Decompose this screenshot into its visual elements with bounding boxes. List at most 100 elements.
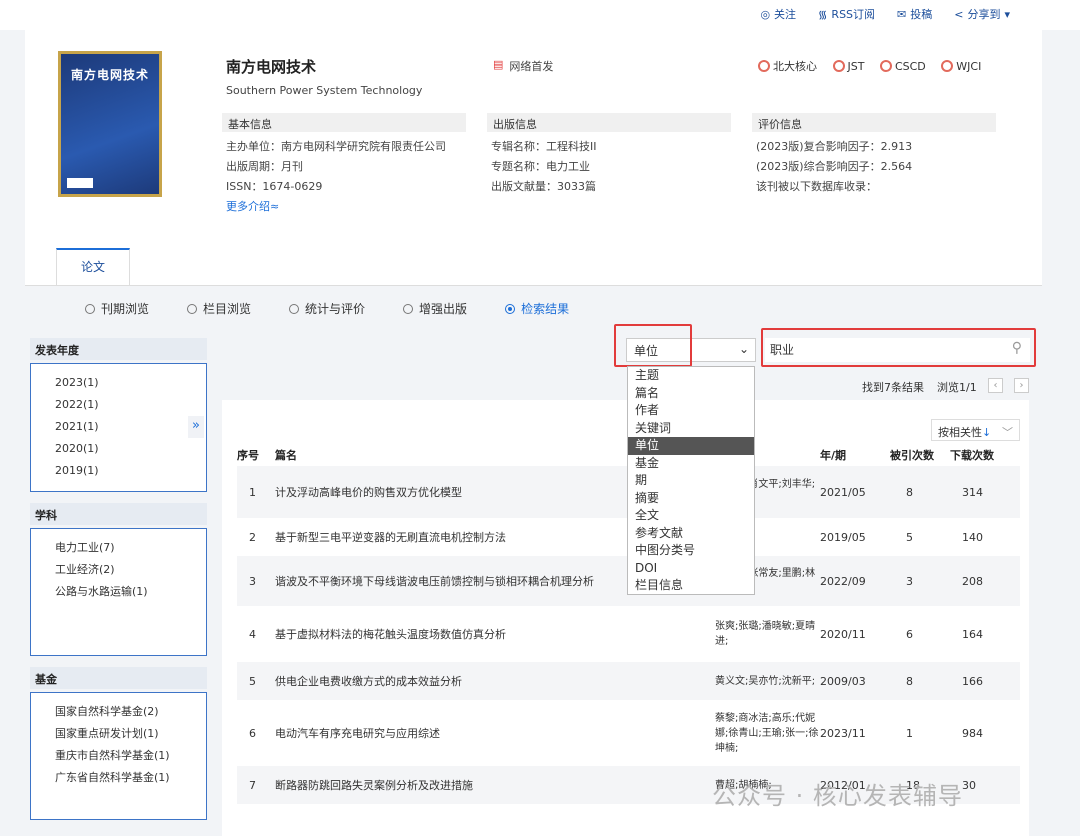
rss-link[interactable]: ᯾ RSS订阅 xyxy=(818,6,875,22)
journal-cover: 南方电网技术 xyxy=(58,51,162,197)
radio-circle-icon xyxy=(187,303,198,314)
chevron-left-icon: ‹ xyxy=(993,380,998,391)
table-row: 6 电动汽车有序充电研究与应用综述 蔡黎;商冰洁;高乐;代妮娜;徐青山;王瑜;张… xyxy=(237,700,1020,766)
year-item[interactable]: 2020(1) xyxy=(31,438,206,460)
award-icon xyxy=(879,60,892,72)
fund-item[interactable]: 广东省自然科学基金(1) xyxy=(31,767,206,789)
radio-results[interactable]: 检索结果 xyxy=(505,300,569,317)
col-cited[interactable]: 被引次数 xyxy=(890,444,950,466)
rss-icon: ᯾ xyxy=(818,7,828,21)
chevron-down-icon: ﹀ xyxy=(1002,426,1013,439)
fund-item[interactable]: 国家自然科学基金(2) xyxy=(31,701,206,723)
pub-info-head: 出版信息 xyxy=(487,113,731,132)
option-affiliation[interactable]: 单位 xyxy=(628,437,754,455)
share-link[interactable]: < 分享到 ▾ xyxy=(954,6,1010,22)
award-icon xyxy=(832,60,845,72)
option-author[interactable]: 作者 xyxy=(628,402,754,420)
award-icon xyxy=(758,60,770,72)
chevron-down-icon: ▾ xyxy=(1004,7,1010,21)
award-icon xyxy=(941,60,954,72)
paper-title-link[interactable]: 基于虚拟材料法的梅花触头温度场数值仿真分析 xyxy=(275,606,715,662)
option-fund[interactable]: 基金 xyxy=(628,455,754,473)
radio-circle-icon xyxy=(289,303,300,314)
col-year[interactable]: 年/期 xyxy=(820,444,890,466)
table-row: 5 供电企业电费收缴方式的成本效益分析 黄义文;吴亦竹;沈新平; 2009/03… xyxy=(237,662,1020,700)
fund-filter-list: 国家自然科学基金(2) 国家重点研发计划(1) 重庆市自然科学基金(1) 广东省… xyxy=(30,692,207,820)
option-clc[interactable]: 中图分类号 xyxy=(628,542,754,560)
eye-icon: ◎ xyxy=(760,7,771,21)
subject-item[interactable]: 公路与水路运输(1) xyxy=(31,581,206,603)
year-item[interactable]: 2023(1) xyxy=(31,372,206,394)
paper-title-link[interactable]: 断路器防跳回路失灵案例分析及改进措施 xyxy=(275,766,715,804)
radio-circle-icon xyxy=(85,303,95,314)
table-row: 4 基于虚拟材料法的梅花触头温度场数值仿真分析 张爽;张璐;潘晓敏;夏晴进; 2… xyxy=(237,606,1020,662)
year-item[interactable]: 2019(1) xyxy=(31,460,206,482)
authors[interactable]: 张爽;张璐;潘晓敏;夏晴进; xyxy=(715,606,820,662)
badges: 北大核心 JST CSCD WJCI xyxy=(758,58,993,75)
barcode xyxy=(67,178,93,188)
option-abstract[interactable]: 摘要 xyxy=(628,490,754,508)
sort-select[interactable]: 按相关性↓ ﹀ xyxy=(931,419,1020,441)
follow-link[interactable]: ◎ 关注 xyxy=(760,6,796,22)
divider xyxy=(25,285,1042,286)
page-indicator: 浏览1/1 xyxy=(937,381,977,394)
highlight-box-input xyxy=(761,328,1036,367)
col-no: 序号 xyxy=(237,449,259,462)
paper-title-link[interactable]: 电动汽车有序充电研究与应用综述 xyxy=(275,700,715,766)
year-filter-head: 发表年度 xyxy=(30,338,207,360)
next-page-button[interactable]: › xyxy=(1014,378,1029,393)
journal-subtitle: Southern Power System Technology xyxy=(226,84,423,97)
eval-info-head: 评价信息 xyxy=(752,113,996,132)
radio-column[interactable]: 栏目浏览 xyxy=(187,300,251,317)
radio-checked-icon xyxy=(505,303,516,314)
option-issue[interactable]: 期 xyxy=(628,472,754,490)
arrow-down-icon: ↓ xyxy=(982,426,992,439)
highlight-box-field xyxy=(614,324,692,367)
tab-papers[interactable]: 论文 xyxy=(56,248,130,285)
chevron-right-icon: › xyxy=(1019,380,1024,391)
option-keyword[interactable]: 关键词 xyxy=(628,420,754,438)
submit-link[interactable]: ✉ 投稿 xyxy=(897,6,932,22)
option-column[interactable]: 栏目信息 xyxy=(628,577,754,595)
radio-issue[interactable]: 刊期浏览 xyxy=(85,300,149,317)
authors[interactable]: 蔡黎;商冰洁;高乐;代妮娜;徐青山;王瑜;张一;徐坤楠; xyxy=(715,700,820,766)
search-field-dropdown: 主题 篇名 作者 关键词 单位 基金 期 摘要 全文 参考文献 中图分类号 DO… xyxy=(627,366,755,595)
expand-sidebar-button[interactable]: » xyxy=(188,416,204,438)
subject-filter-head: 学科 xyxy=(30,503,207,525)
radio-enhanced[interactable]: 增强出版 xyxy=(403,300,467,317)
result-count: 找到7条结果 xyxy=(862,381,924,394)
chevron-down-icon: ⌄ xyxy=(738,342,749,356)
year-item[interactable]: 2021(1) xyxy=(31,416,206,438)
subject-item[interactable]: 电力工业(7) xyxy=(31,537,206,559)
online-first[interactable]: ▤ 网络首发 xyxy=(493,58,553,74)
subject-filter-list: 电力工业(7) 工业经济(2) 公路与水路运输(1) xyxy=(30,528,207,656)
prev-page-button[interactable]: ‹ xyxy=(988,378,1003,393)
option-theme[interactable]: 主题 xyxy=(628,367,754,385)
badge-wjci: WJCI xyxy=(941,60,981,73)
more-intro-link[interactable]: 更多介绍≈ xyxy=(226,197,446,217)
year-item[interactable]: 2022(1) xyxy=(31,394,206,416)
top-bar: ◎ 关注 ᯾ RSS订阅 ✉ 投稿 < 分享到 ▾ xyxy=(0,0,1080,30)
option-fulltext[interactable]: 全文 xyxy=(628,507,754,525)
mail-icon: ✉ xyxy=(897,7,907,21)
subject-item[interactable]: 工业经济(2) xyxy=(31,559,206,581)
option-title[interactable]: 篇名 xyxy=(628,385,754,403)
fund-item[interactable]: 重庆市自然科学基金(1) xyxy=(31,745,206,767)
radio-stats[interactable]: 统计与评价 xyxy=(289,300,365,317)
radio-circle-icon xyxy=(403,303,414,314)
paper-title-link[interactable]: 供电企业电费收缴方式的成本效益分析 xyxy=(275,662,715,700)
eval-info: (2023版)复合影响因子：2.913 (2023版)综合影响因子：2.564 … xyxy=(756,140,913,193)
doc-icon: ▤ xyxy=(493,58,504,71)
authors[interactable]: 黄义文;吴亦竹;沈新平; xyxy=(715,662,820,700)
year-filter-list: 2023(1) 2022(1) 2021(1) 2020(1) 2019(1) xyxy=(30,363,207,492)
share-icon: < xyxy=(954,7,964,21)
journal-title: 南方电网技术 xyxy=(226,58,317,76)
option-references[interactable]: 参考文献 xyxy=(628,525,754,543)
col-downloads[interactable]: 下载次数 xyxy=(950,444,1020,466)
fund-item[interactable]: 国家重点研发计划(1) xyxy=(31,723,206,745)
fund-filter-head: 基金 xyxy=(30,667,207,689)
badge-jst: JST xyxy=(832,60,864,73)
option-doi[interactable]: DOI xyxy=(628,560,754,578)
basic-info: 主办单位：南方电网科学研究院有限责任公司 出版周期：月刊 ISSN：1674-0… xyxy=(226,137,446,217)
browse-mode-radios: 刊期浏览 栏目浏览 统计与评价 增强出版 检索结果 xyxy=(85,300,569,317)
